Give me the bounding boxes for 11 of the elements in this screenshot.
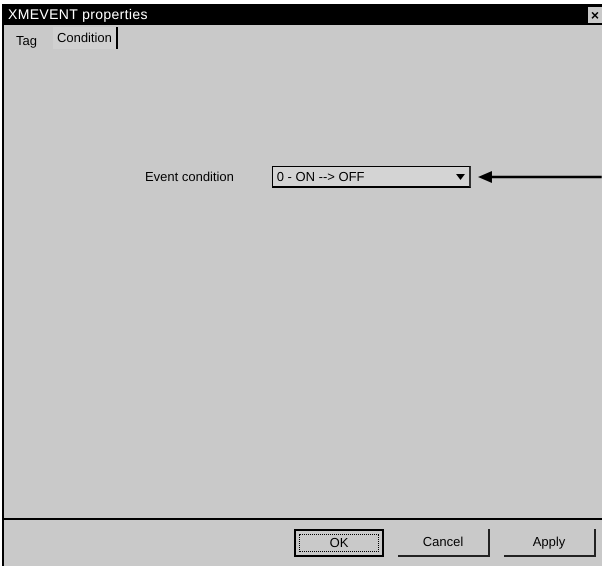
event-condition-dropdown[interactable]: 0 - ON --> OFF [272,166,472,188]
dialog-button[interactable]: Apply [504,529,596,557]
tab[interactable]: Tag [12,31,41,49]
window-title: XMEVENT properties [8,5,148,24]
caret-icon [456,174,466,180]
field-label: Event condition [145,168,235,186]
close-button[interactable]: × [588,6,602,22]
dropdown-value: 0 - ON --> OFF [276,168,366,186]
tab[interactable]: Condition [52,27,118,49]
dialog-button[interactable]: Cancel [398,529,490,557]
dialog-button[interactable]: OK [294,529,384,557]
